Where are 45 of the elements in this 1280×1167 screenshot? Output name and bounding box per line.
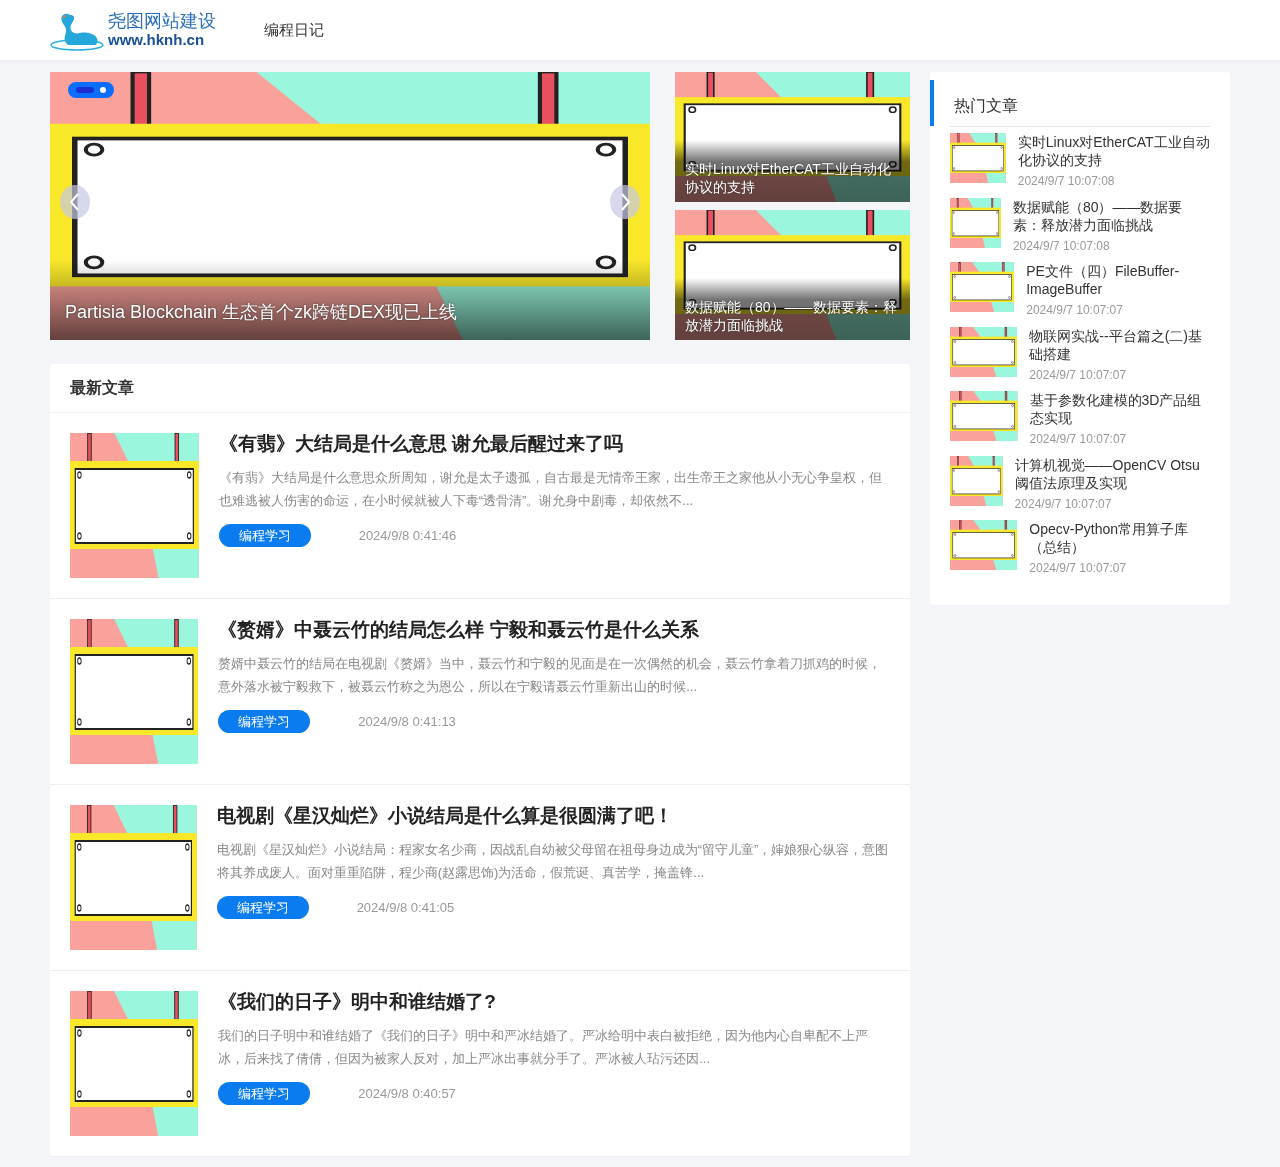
thumbnail-drawing (950, 197, 1001, 248)
hot-article-title[interactable]: PE文件（四）FileBuffer-ImageBuffer (1026, 262, 1210, 298)
article-title[interactable]: 《赘婿》中聂云竹的结局怎么样 宁毅和聂云竹是什么关系 (218, 619, 890, 642)
category-tag[interactable]: 编程学习 (216, 895, 309, 920)
article-excerpt: 电视剧《星汉灿烂》小说结局：程家女名少商，因战乱自幼被父母留在祖母身边成为“留守儿童”，婶娘狠心纵容，意图将其养成废人。面对重重陷阱，程少商(赵露思饰)为活命，假荒诞、真苦学，掩盖锋... (216, 840, 890, 882)
category-tag[interactable]: 编程学习 (218, 1081, 311, 1106)
article-title[interactable]: 《有翡》大结局是什么意思 谢允最后醒过来了吗 (218, 433, 890, 456)
article-title[interactable]: 《我们的日子》明中和谁结婚了? (218, 991, 890, 1014)
hot-article-title[interactable]: 物联网实战--平台篇之(二)基础搭建 (1029, 326, 1210, 363)
article-time: 2024/9/8 0:41:05 (356, 898, 455, 917)
article-excerpt: 我们的日子明中和谁结婚了《我们的日子》明中和严冰结婚了。严冰给明中表白被拒绝，因为他内心自卑配不上严冰，后来找了倩倩，但因为被家人反对，加上严冰出事就分手了。严冰被人玷污还因... (218, 1026, 870, 1068)
article-excerpt: 《有翡》大结局是什么意思众所周知，谢允是太子遗孤，自古最是无情帝王家，出生帝王之家他从小无心争皇权，但也难逃被人伤害的命运，在小时候就被人下毒“透骨清”。谢允身中剧毒，却依然不... (218, 468, 883, 510)
article-title[interactable]: 电视剧《星汉灿烂》小说结局是什么算是很圆满了吧！ (216, 805, 890, 828)
article-excerpt: 赘婿中聂云竹的结局在电视剧《赘婿》当中，聂云竹和宁毅的见面是在一次偶然的机会，聂云竹拿着刀抓鸡的时候，意外落水被宁毅救下，被聂云竹称之为恩公，所以在宁毅请聂云竹重新出山的时候... (218, 654, 883, 696)
thumbnail-drawing (950, 391, 1018, 441)
category-tag[interactable]: 编程学习 (218, 523, 311, 548)
thumbnail-drawing (950, 520, 1018, 570)
thumbnail-drawing (950, 455, 1003, 506)
carousel-caption: Partisia Blockchain 生态首个zk跨链DEX现已上线 (50, 259, 650, 340)
article-time: 2024/9/7 10:07:08 (1012, 237, 1111, 255)
category-tag[interactable]: 编程学习 (218, 709, 311, 734)
article-time: 2024/9/7 10:07:08 (1017, 173, 1116, 190)
site-logo-title: 尧图网站建设 (108, 11, 216, 31)
article-time: 2024/9/8 0:41:46 (358, 526, 457, 545)
article-time: 2024/9/8 0:41:13 (358, 712, 456, 731)
carousel-indicator[interactable] (100, 87, 106, 93)
hot-article-title[interactable]: 数据赋能（80）——数据要素：释放潜力面临挑战 (1012, 197, 1210, 234)
carousel-indicator[interactable] (76, 87, 94, 93)
article-time: 2024/9/7 10:07:07 (1029, 431, 1128, 448)
hot-article-title[interactable]: 基于参数化建模的3D产品组态实现 (1029, 391, 1210, 427)
article-time: 2024/9/7 10:07:07 (1029, 366, 1128, 384)
site-url: www.hknh.cn (108, 31, 206, 49)
article-time: 2024/9/8 0:40:57 (358, 1084, 456, 1103)
article-time: 2024/9/7 10:07:07 (1029, 560, 1128, 577)
thumbnail-drawing (950, 262, 1015, 312)
hot-article-title[interactable]: Opecv-Python常用算子库（总结） (1029, 520, 1210, 556)
section-title: 最新文章 (50, 364, 910, 413)
hot-article-title[interactable]: 实时Linux对EtherCAT工业自动化协议的支持 (1017, 133, 1210, 169)
thumbnail-drawing (950, 133, 1006, 183)
section-title: 热门文章 (930, 80, 1230, 126)
article-time: 2024/9/7 10:07:07 (1026, 302, 1124, 319)
hot-article-title[interactable]: 计算机视觉——OpenCV Otsu阈值法原理及实现 (1014, 455, 1210, 492)
thumbnail-drawing (950, 326, 1018, 377)
nav-link[interactable]: 编程日记 (264, 18, 324, 42)
article-time: 2024/9/7 10:07:07 (1014, 495, 1113, 513)
